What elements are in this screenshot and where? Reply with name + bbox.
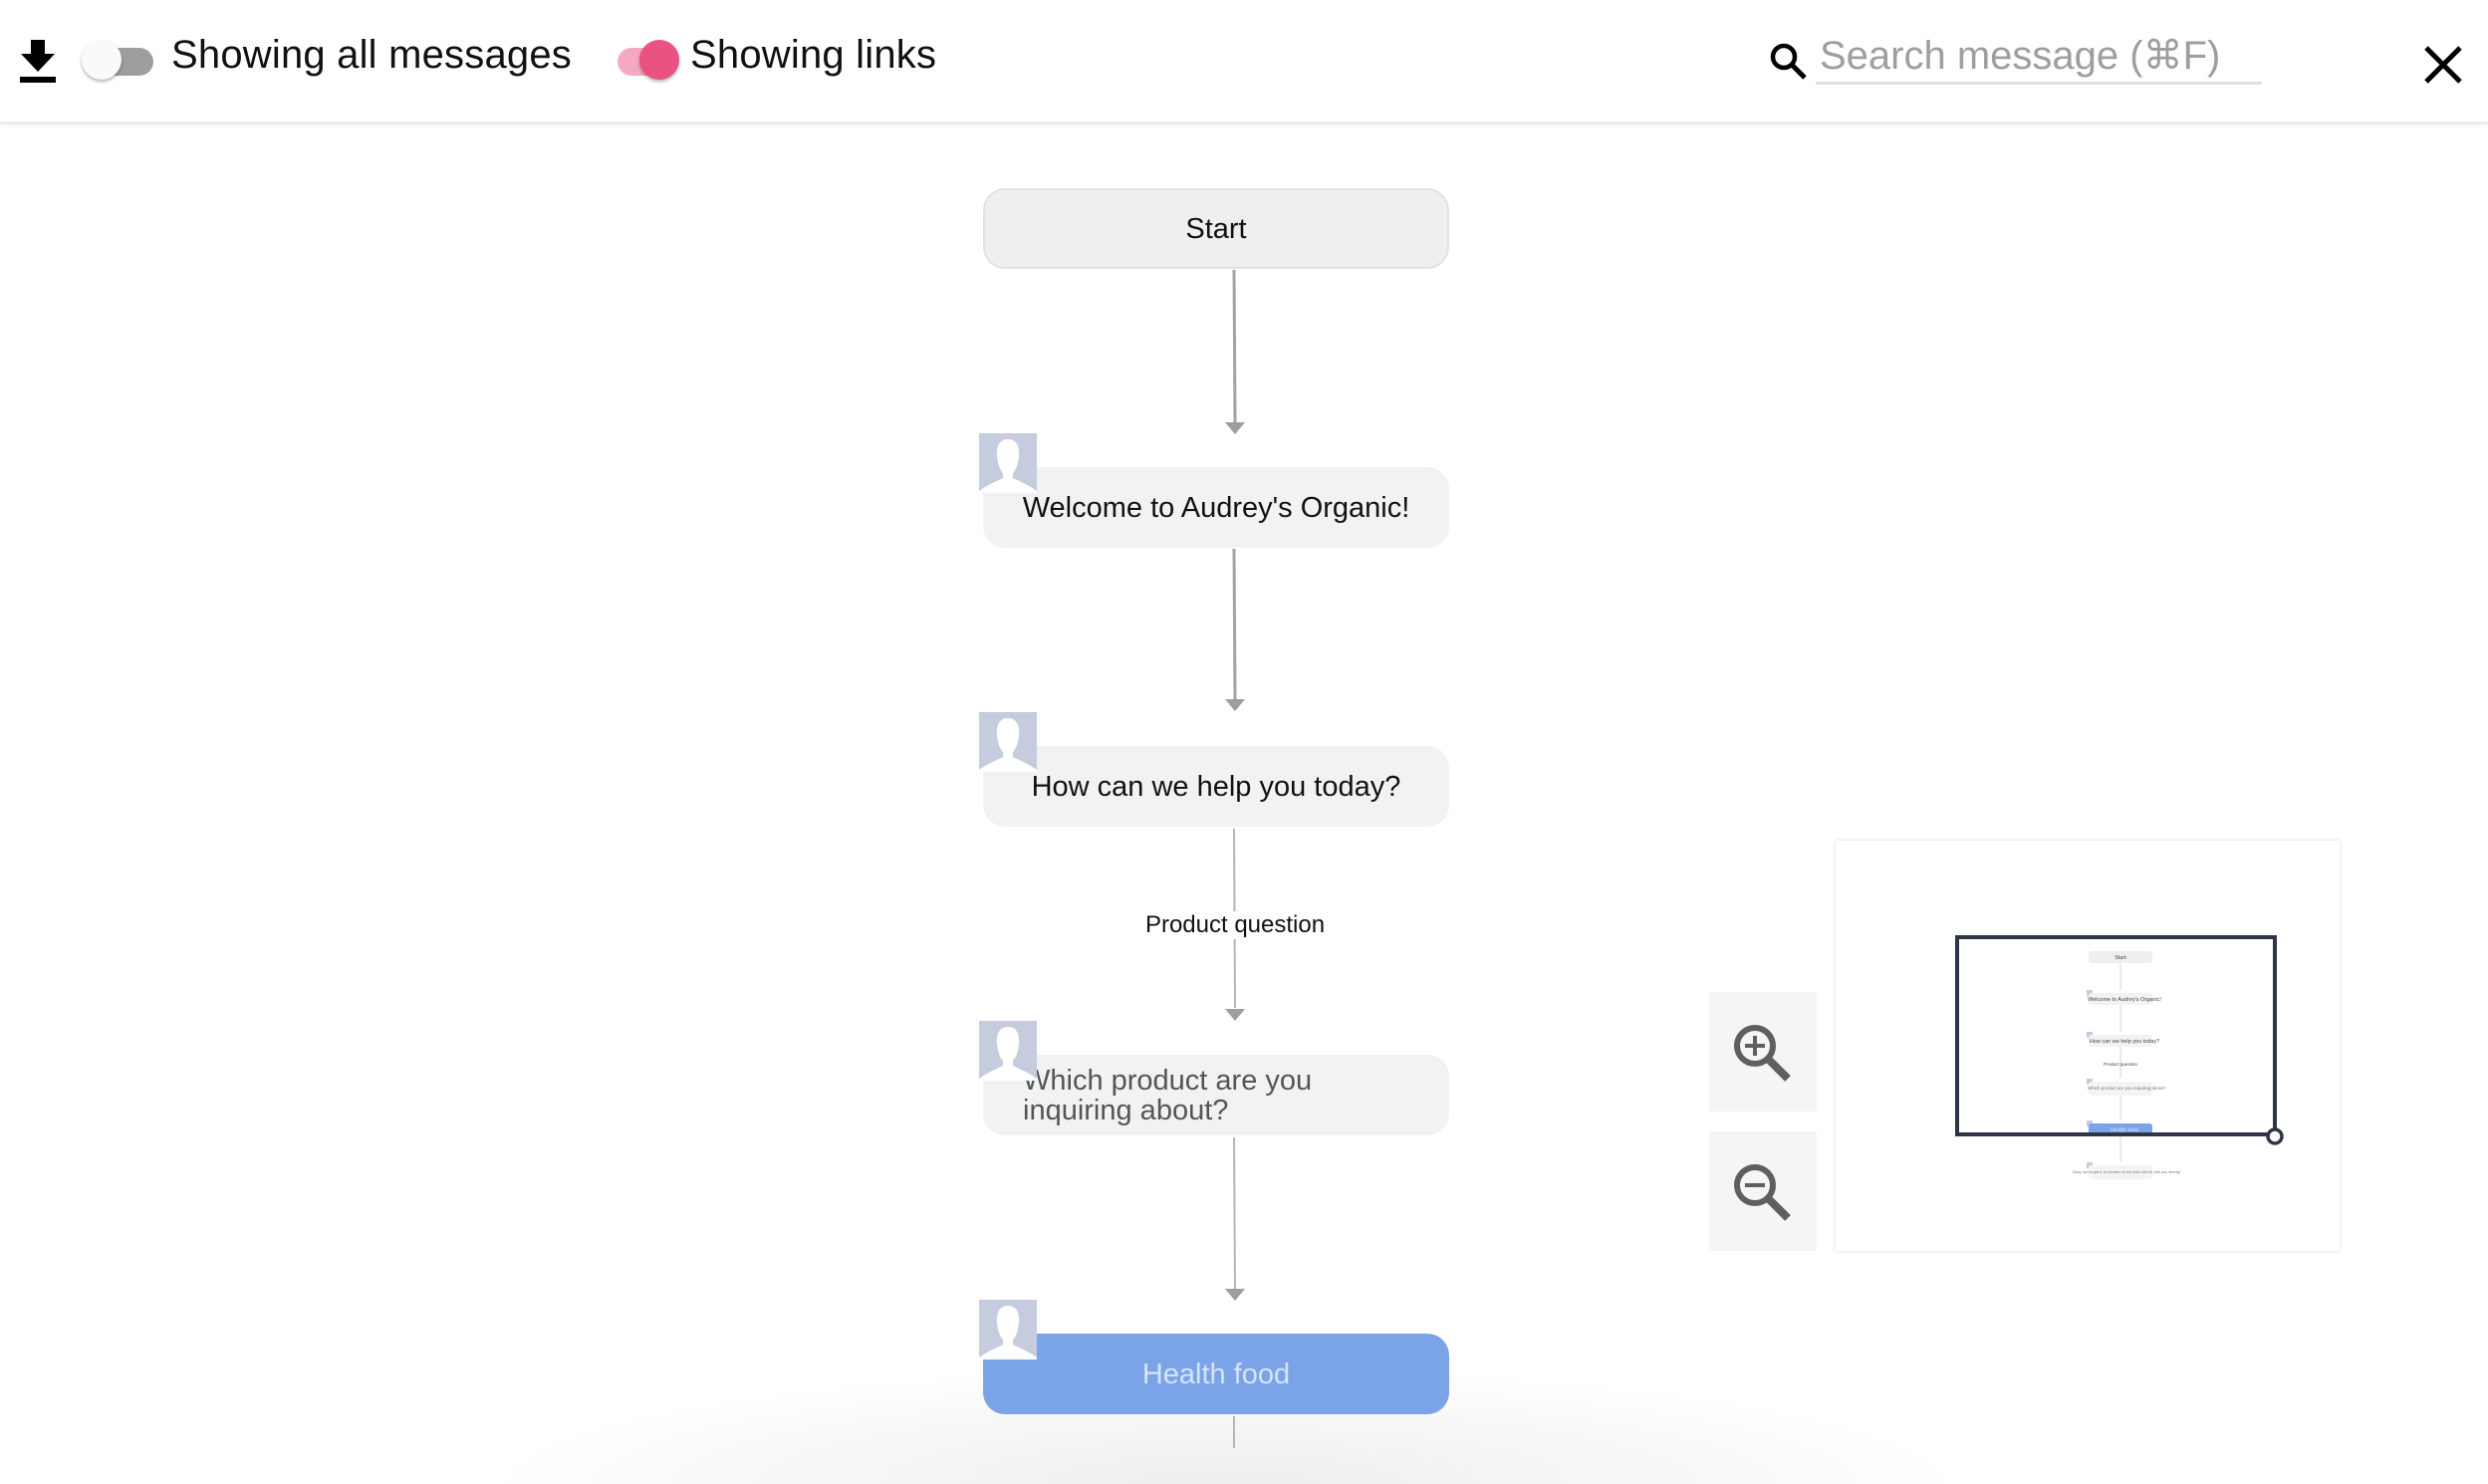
zoom-in-button[interactable] xyxy=(1709,992,1817,1112)
avatar xyxy=(979,433,1037,493)
minimap-node-label: Welcome to Audrey's Organic! xyxy=(2088,997,2161,1003)
avatar-silhouette-icon xyxy=(979,1306,1037,1360)
avatar-silhouette-icon xyxy=(979,1027,1037,1081)
flow-node-welcome[interactable]: Welcome to Audrey's Organic! xyxy=(983,467,1449,548)
flow-node-which-product[interactable]: Which product are you inquiring about? xyxy=(983,1055,1449,1135)
node-text: Start xyxy=(1185,212,1247,245)
flow-node-help[interactable]: How can we help you today? xyxy=(983,746,1449,827)
minimap-node-label: Okay, we've got it. A member of our team… xyxy=(2073,1170,2181,1174)
edge-welcome-help xyxy=(1225,548,1245,711)
minimap[interactable]: Start Welcome to Audrey's Organic! How c… xyxy=(1836,841,2340,1251)
node-text: How can we help you today? xyxy=(1031,770,1401,803)
flow-node-start[interactable]: Start xyxy=(983,188,1449,269)
edge-which-product-health-food xyxy=(1225,1136,1245,1301)
avatar xyxy=(979,712,1037,772)
zoom-out-button[interactable] xyxy=(1709,1131,1817,1251)
edge-label-product-question[interactable]: Product question xyxy=(1096,911,1374,939)
node-text: Welcome to Audrey's Organic! xyxy=(1022,491,1410,524)
avatar xyxy=(979,1021,1037,1081)
minimap-node-label: Start xyxy=(2115,955,2126,961)
flow-node-health-food[interactable]: Health food xyxy=(983,1334,1449,1414)
minimap-resize-handle[interactable] xyxy=(2266,1127,2284,1145)
zoom-out-icon xyxy=(1734,1164,1791,1221)
minimap-node-label: How can we help you today? xyxy=(2090,1039,2159,1045)
minimap-canvas: Start Welcome to Audrey's Organic! How c… xyxy=(1955,935,2284,1179)
node-text: Which product are you inquiring about? xyxy=(1023,1064,1313,1126)
avatar xyxy=(979,1300,1037,1360)
edge-start-welcome xyxy=(1225,269,1245,434)
node-text: Health food xyxy=(1141,1358,1291,1390)
flow-canvas[interactable]: Start Welcome to Audrey's Organic! How c… xyxy=(0,0,2488,1484)
minimap-node-label: Which product are you inquiring about? xyxy=(2088,1086,2166,1091)
zoom-in-icon xyxy=(1734,1025,1791,1082)
avatar-silhouette-icon xyxy=(979,718,1037,772)
avatar-silhouette-icon xyxy=(979,439,1037,493)
minimap-edge-label: Product question xyxy=(2104,1062,2137,1067)
